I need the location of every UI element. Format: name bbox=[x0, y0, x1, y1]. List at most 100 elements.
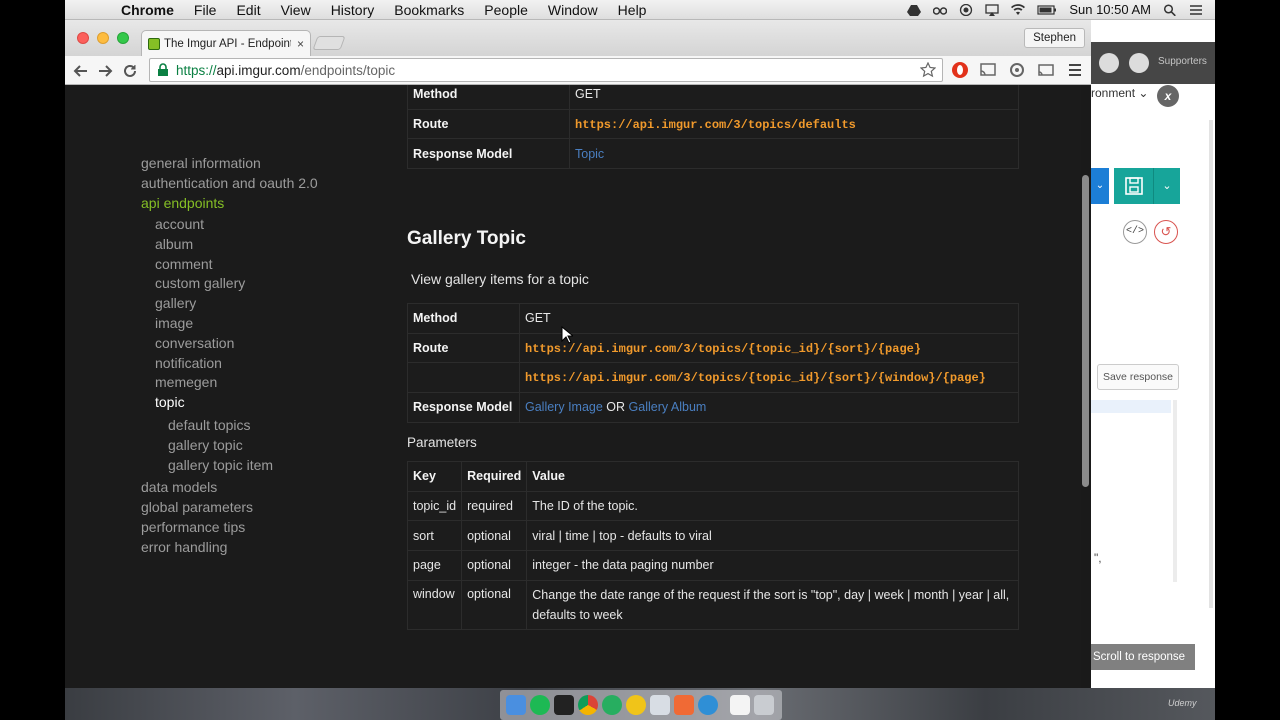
wrench-icon[interactable] bbox=[1099, 53, 1119, 73]
nav-global-parameters[interactable]: global parameters bbox=[141, 497, 318, 517]
chrome-menu-icon[interactable] bbox=[1066, 61, 1084, 79]
sketch-dock-icon[interactable] bbox=[626, 695, 646, 715]
chrome-dock-icon[interactable] bbox=[578, 695, 598, 715]
code-snippet-icon[interactable]: </> bbox=[1123, 220, 1147, 244]
gallery-album-link[interactable]: Gallery Album bbox=[629, 400, 707, 414]
save-icon[interactable] bbox=[1114, 168, 1154, 204]
header-value: Value bbox=[526, 461, 1019, 492]
spotlight-search-icon[interactable] bbox=[1163, 3, 1177, 16]
lock-icon[interactable] bbox=[156, 63, 170, 77]
nav-api-endpoints[interactable]: api endpoints bbox=[141, 193, 318, 213]
nav-conversation[interactable]: conversation bbox=[141, 334, 318, 354]
supporters-label[interactable]: Supporters bbox=[1158, 56, 1207, 67]
param-required: required bbox=[461, 490, 528, 522]
route-label: Route bbox=[407, 108, 570, 140]
trash-dock-icon[interactable] bbox=[754, 695, 774, 715]
nav-custom-gallery[interactable]: custom gallery bbox=[141, 274, 318, 294]
heart-icon[interactable] bbox=[1129, 53, 1149, 73]
reload-icon[interactable] bbox=[122, 63, 138, 79]
environment-dropdown[interactable]: ronment ⌄ bbox=[1091, 86, 1148, 100]
nav-data-models[interactable]: data models bbox=[141, 477, 318, 497]
notification-center-icon[interactable] bbox=[1189, 4, 1203, 16]
atom-dock-icon[interactable] bbox=[602, 695, 622, 715]
opera-extension-icon[interactable] bbox=[951, 61, 969, 79]
record-icon[interactable] bbox=[959, 3, 973, 16]
glasses-icon[interactable] bbox=[933, 4, 948, 16]
nav-gallery[interactable]: gallery bbox=[141, 294, 318, 314]
save-button-group[interactable]: ⌄ bbox=[1114, 168, 1180, 204]
nav-performance-tips[interactable]: performance tips bbox=[141, 517, 318, 537]
param-required: optional bbox=[461, 550, 528, 581]
close-window-button[interactable] bbox=[77, 32, 89, 44]
terminal-dock-icon[interactable] bbox=[554, 695, 574, 715]
reset-icon[interactable]: ↺ bbox=[1154, 220, 1178, 244]
forward-arrow-icon[interactable] bbox=[97, 63, 113, 79]
postman-dock-icon[interactable] bbox=[674, 695, 694, 715]
nav-image[interactable]: image bbox=[141, 314, 318, 334]
nav-notification[interactable]: notification bbox=[141, 354, 318, 374]
quicktime-dock-icon[interactable] bbox=[698, 695, 718, 715]
menu-history[interactable]: History bbox=[321, 2, 385, 18]
letterbox-left bbox=[0, 0, 65, 720]
bookmark-star-icon[interactable] bbox=[920, 62, 936, 78]
airplay-icon[interactable] bbox=[985, 3, 999, 16]
scroll-to-response-button[interactable]: Scroll to response bbox=[1091, 644, 1195, 670]
letterbox-right bbox=[1215, 0, 1280, 720]
nav-gallery-topic[interactable]: gallery topic bbox=[141, 435, 318, 455]
menu-file[interactable]: File bbox=[184, 2, 227, 18]
battery-icon[interactable] bbox=[1037, 4, 1057, 16]
method-label: Method bbox=[407, 303, 520, 334]
scrollbar-thumb[interactable] bbox=[1082, 175, 1089, 487]
profile-button[interactable]: Stephen bbox=[1024, 28, 1085, 48]
menu-window[interactable]: Window bbox=[538, 2, 608, 18]
menu-bookmarks[interactable]: Bookmarks bbox=[384, 2, 474, 18]
nav-account[interactable]: account bbox=[141, 215, 318, 235]
nav-general-information[interactable]: general information bbox=[141, 153, 318, 173]
right-scrollbar[interactable] bbox=[1209, 120, 1213, 608]
preview-dock-icon[interactable] bbox=[650, 695, 670, 715]
tab-close-icon[interactable]: × bbox=[297, 37, 304, 51]
table-row: window optional Change the date range of… bbox=[406, 579, 1019, 630]
back-arrow-icon[interactable] bbox=[73, 63, 89, 79]
screen-cast-icon[interactable] bbox=[1037, 61, 1055, 79]
menu-help[interactable]: Help bbox=[608, 2, 657, 18]
nav-topic[interactable]: topic bbox=[141, 393, 318, 413]
param-key: window bbox=[406, 579, 463, 630]
nav-authentication[interactable]: authentication and oauth 2.0 bbox=[141, 173, 318, 193]
send-dropdown-button[interactable]: ⌄ bbox=[1091, 168, 1109, 204]
topic-model-link[interactable]: Topic bbox=[575, 147, 604, 161]
nav-gallery-topic-item[interactable]: gallery topic item bbox=[141, 455, 318, 475]
sync-extension-icon[interactable] bbox=[1008, 61, 1026, 79]
menubar-clock[interactable]: Sun 10:50 AM bbox=[1069, 2, 1151, 17]
dock-divider bbox=[722, 695, 726, 715]
finder-dock-icon[interactable] bbox=[506, 695, 526, 715]
gallery-image-link[interactable]: Gallery Image bbox=[525, 400, 603, 414]
wifi-icon[interactable] bbox=[1011, 3, 1026, 16]
tab-imgur-api[interactable]: The Imgur API - Endpoints × bbox=[141, 30, 311, 56]
nav-memegen[interactable]: memegen bbox=[141, 373, 318, 393]
drive-icon[interactable] bbox=[907, 4, 922, 16]
zoom-window-button[interactable] bbox=[117, 32, 129, 44]
page-scrollbar[interactable] bbox=[1081, 85, 1091, 688]
nav-album[interactable]: album bbox=[141, 235, 318, 255]
menu-view[interactable]: View bbox=[271, 2, 321, 18]
environment-quicklook-icon[interactable]: x bbox=[1157, 85, 1179, 107]
spotify-dock-icon[interactable] bbox=[530, 695, 550, 715]
menu-people[interactable]: People bbox=[474, 2, 538, 18]
menu-app-chrome[interactable]: Chrome bbox=[111, 2, 184, 18]
nav-default-topics[interactable]: default topics bbox=[141, 415, 318, 435]
menu-edit[interactable]: Edit bbox=[226, 2, 270, 18]
new-tab-button[interactable] bbox=[312, 36, 346, 50]
save-dropdown-icon[interactable]: ⌄ bbox=[1154, 168, 1180, 204]
default-topics-table: Method GET Route https://api.imgur.com/3… bbox=[407, 85, 1019, 170]
minimize-window-button[interactable] bbox=[97, 32, 109, 44]
response-model-label: Response Model bbox=[407, 392, 520, 423]
save-response-button[interactable]: Save response bbox=[1097, 364, 1179, 390]
url-scheme: https:// bbox=[176, 62, 217, 78]
nav-comment[interactable]: comment bbox=[141, 255, 318, 275]
cast-icon[interactable] bbox=[979, 61, 997, 79]
document-dock-icon[interactable] bbox=[730, 695, 750, 715]
status-icons: Sun 10:50 AM bbox=[907, 2, 1215, 17]
nav-error-handling[interactable]: error handling bbox=[141, 537, 318, 557]
address-bar[interactable]: https://api.imgur.com/endpoints/topic bbox=[149, 58, 943, 82]
